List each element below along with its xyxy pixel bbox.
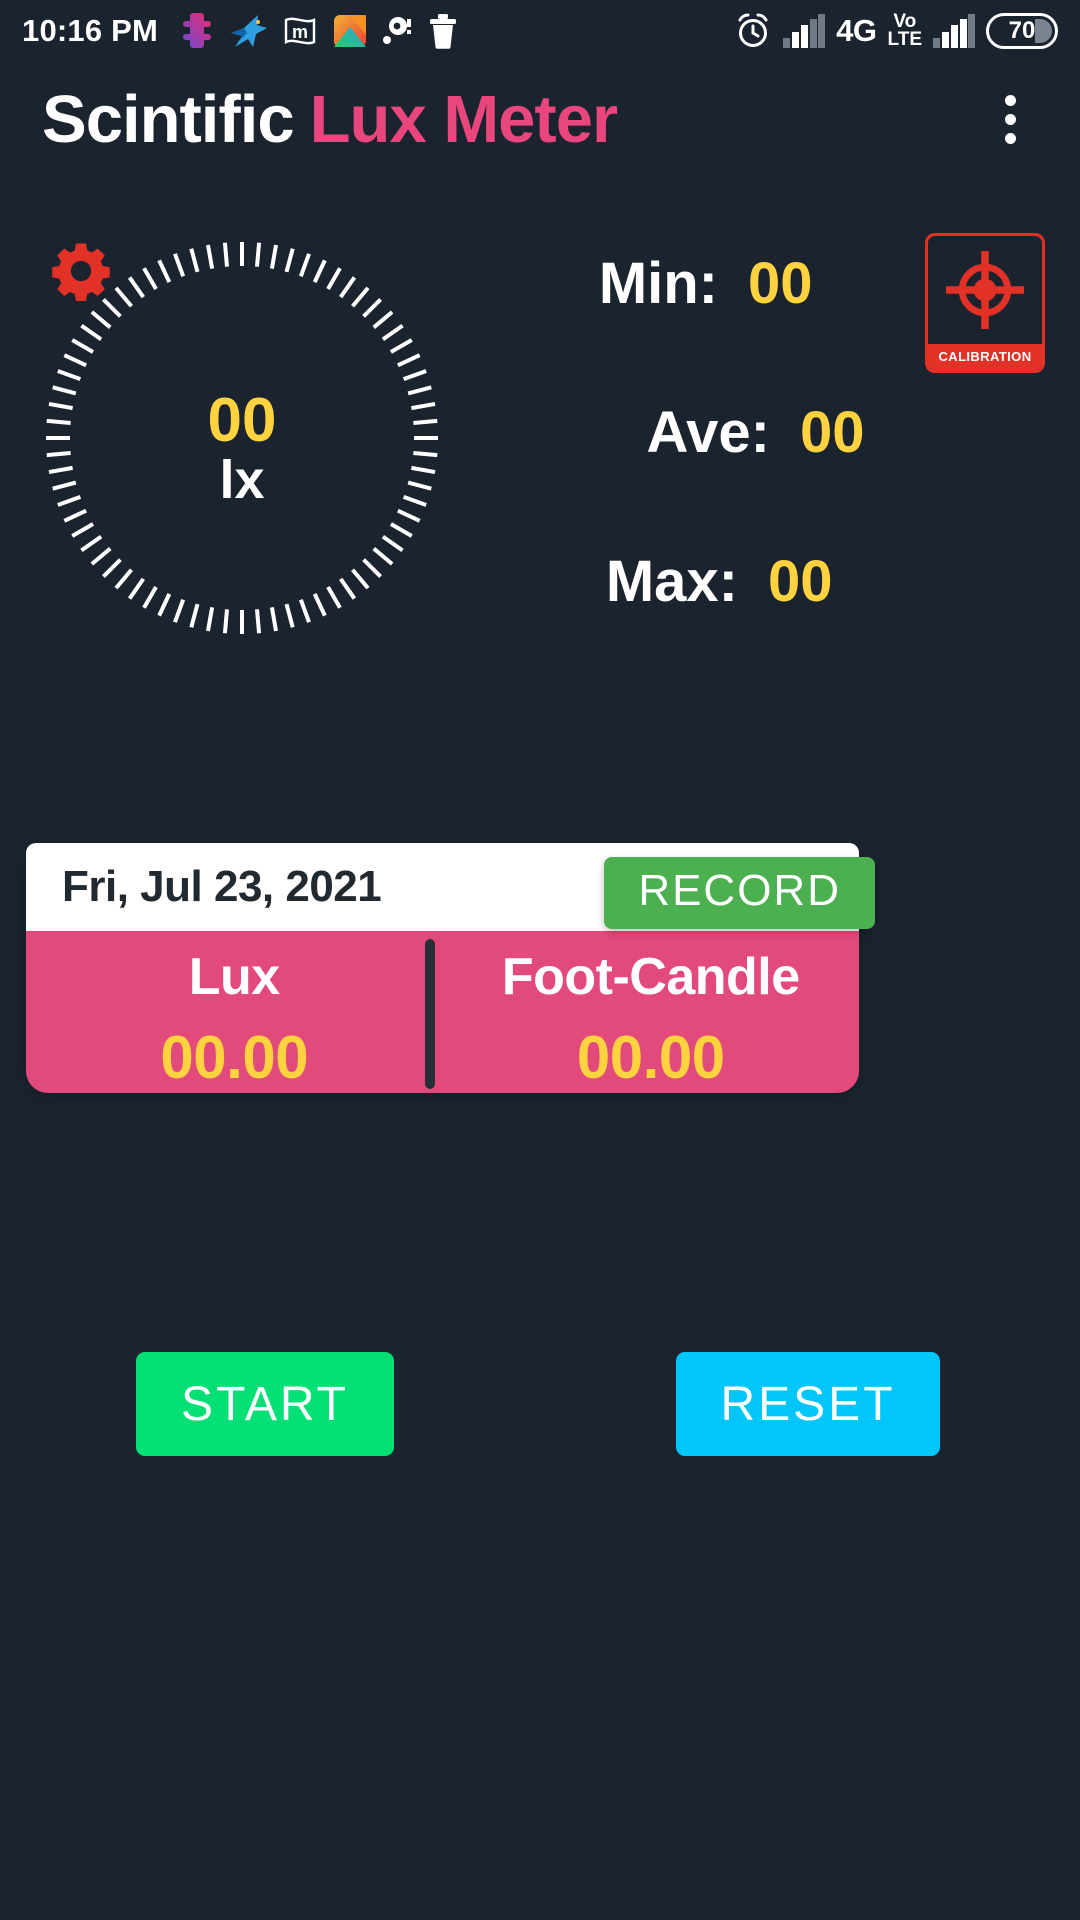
title-primary: Scintific xyxy=(42,82,295,157)
stat-label-min: Min: xyxy=(598,251,718,316)
title-secondary: Lux Meter xyxy=(309,82,618,157)
calibration-button[interactable]: CALIBRATION xyxy=(925,233,1045,373)
record-button[interactable]: RECORD xyxy=(604,857,875,929)
calibration-label: CALIBRATION xyxy=(928,344,1042,370)
stat-value-ave: 00 xyxy=(800,400,865,465)
signal-bars-icon xyxy=(933,14,975,48)
record-card-body: Lux 00.00 Foot-Candle 00.00 xyxy=(26,931,859,1093)
notification-icons: m xyxy=(180,12,458,50)
app-bar: Scintific Lux Meter xyxy=(0,62,1080,177)
action-bar: START RESET xyxy=(0,1352,1080,1456)
battery-level-label: 70 xyxy=(1008,17,1036,44)
recorder-dot-icon xyxy=(383,17,411,44)
gauge-value: 00 xyxy=(207,385,277,455)
calibration-icon-wrap xyxy=(928,236,1042,344)
reading-lux: Lux 00.00 xyxy=(26,931,443,1093)
reset-button[interactable]: RESET xyxy=(676,1352,940,1456)
gauge-unit: lx xyxy=(219,449,265,510)
statistics-panel: Min: 00 Ave: 00 Max: 00 xyxy=(520,250,980,615)
battery-indicator: 70 xyxy=(986,13,1058,49)
stat-row-min: Min: 00 xyxy=(520,250,980,317)
reading-value-footcandle: 00.00 xyxy=(576,1024,725,1091)
record-card: Fri, Jul 23, 2021 RECORD Lux 00.00 Foot-… xyxy=(26,843,875,1093)
svg-text:m: m xyxy=(292,22,308,42)
network-type-label: 4G xyxy=(836,13,877,48)
volte-indicator: Vo LTE xyxy=(887,12,922,50)
trash-icon xyxy=(430,14,456,49)
stat-row-max: Max: 00 xyxy=(520,548,980,615)
signal-bars-icon xyxy=(783,14,826,48)
crosshair-target-icon xyxy=(946,251,1024,329)
gauge-readout: 00 lx xyxy=(32,228,452,648)
gallery-icon xyxy=(334,15,366,47)
reading-value-lux: 00.00 xyxy=(160,1024,309,1091)
more-vertical-icon[interactable] xyxy=(982,85,1038,155)
record-date: Fri, Jul 23, 2021 xyxy=(62,862,382,911)
m-flag-icon: m xyxy=(284,17,316,45)
stat-label-max: Max: xyxy=(605,549,738,614)
reading-label-footcandle: Foot-Candle xyxy=(501,948,800,1006)
stat-label-ave: Ave: xyxy=(646,400,770,465)
stat-value-min: 00 xyxy=(748,251,813,316)
reading-divider xyxy=(424,939,435,1089)
lux-gauge: 00 lx xyxy=(32,228,452,648)
status-bar: 10:16 PM m 4G Vo LTE 70 xyxy=(0,0,1080,62)
page-title: Scintific Lux Meter xyxy=(42,81,618,158)
alarm-clock-icon xyxy=(738,13,768,47)
reading-footcandle: Foot-Candle 00.00 xyxy=(443,931,860,1093)
reading-label-lux: Lux xyxy=(188,948,280,1006)
stat-value-max: 00 xyxy=(768,549,833,614)
start-button[interactable]: START xyxy=(136,1352,394,1456)
puzzle-piece-icon xyxy=(183,13,211,48)
hummingbird-icon xyxy=(231,15,267,47)
stat-row-ave: Ave: 00 xyxy=(520,399,980,466)
status-clock: 10:16 PM xyxy=(22,13,158,48)
status-indicators: 4G Vo LTE 70 xyxy=(734,12,1058,50)
app-screen: 10:16 PM m 4G Vo LTE 70 Scintific Lux Me… xyxy=(0,0,1080,1920)
volte-bottom-label: LTE xyxy=(887,29,922,50)
record-card-header: Fri, Jul 23, 2021 RECORD xyxy=(26,843,875,931)
